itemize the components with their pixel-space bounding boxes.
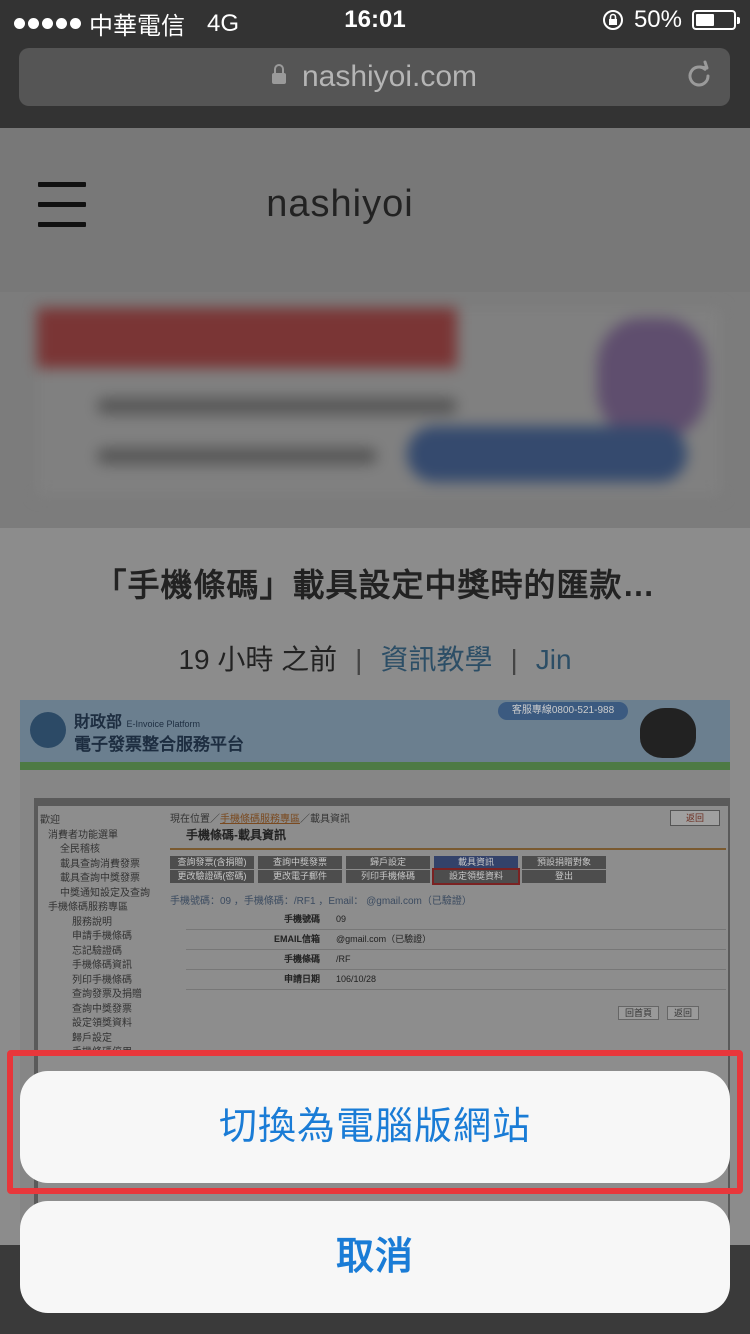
einvoice-breadcrumb: 現在位置／手機條碼服務專區／載具資訊 <box>170 810 350 825</box>
einvoice-sidebar-item: 查詢發票及捐贈 <box>72 989 142 1000</box>
breadcrumb-prefix: 現在位置／ <box>170 814 220 825</box>
einvoice-sidebar-item: 中獎通知設定及查詢 <box>60 887 150 899</box>
einvoice-logo-icon <box>30 712 66 748</box>
einvoice-sidebar: 歡迎 消費者功能選單 全民稽核 載具查詢消費發票 載具查詢中獎發票 中獎通知設定及查詢 手機… <box>40 814 160 1061</box>
info-label: 手機條碼 <box>283 954 320 964</box>
browser-toolbar: nashiyoi.com <box>0 40 750 128</box>
einvoice-sidebar-item: 忘記驗證碼 <box>72 945 122 957</box>
einvoice-info-row: 手機條碼/RF <box>186 950 726 970</box>
site-name[interactable]: nashiyoi <box>0 183 680 226</box>
einvoice-sidebar-item: 設定領獎資料 <box>72 1018 132 1029</box>
einvoice-tab: 更改驗證碼(密碼) <box>170 870 254 883</box>
site-header: nashiyoi <box>0 128 750 292</box>
battery-icon <box>692 10 740 30</box>
hotline-badge: 客服專線0800-521-988 <box>498 702 628 720</box>
request-desktop-site-button[interactable]: 切換為電腦版網站 <box>20 1071 730 1183</box>
info-value: @gmail.com（已驗證） <box>336 934 432 944</box>
einvoice-sidebar-item: 申請手機條碼 <box>72 931 132 942</box>
einvoice-tabs: 查詢發票(含捐贈) 查詢中獎發票 歸戶設定 載具資訊 預設捐贈對象更改驗證碼(密碼) 更改… <box>170 856 610 885</box>
einvoice-sidebar-item: 全民稽核 <box>60 844 100 855</box>
banner-image[interactable] <box>37 308 721 496</box>
meta-separator: | <box>355 644 363 675</box>
einvoice-heading: 手機條碼-載具資訊 <box>186 828 286 842</box>
orientation-lock-icon <box>602 10 623 30</box>
einvoice-sidebar-item: 查詢中獎發票 <box>72 1003 132 1015</box>
einvoice-tab: 查詢中獎發票 <box>258 856 342 869</box>
einvoice-sidebar-item: 手機條碼服務專區 <box>48 902 128 913</box>
einvoice-sidebar-item: 服務說明 <box>72 916 112 928</box>
info-label: EMAIL信箱 <box>274 934 320 944</box>
einvoice-tab: 載具資訊 <box>434 856 518 869</box>
logo-title: 財政部 <box>74 714 123 731</box>
info-value: /RF <box>336 954 351 964</box>
einvoice-info-table: 手機號碼 09 EMAIL信箱 @gmail.com（已驗證） 手機條碼/RF 申請日期 1… <box>186 910 726 990</box>
einvoice-sidebar-item: 載具查詢消費發票 <box>60 858 140 870</box>
author-link[interactable]: Jin <box>536 644 572 675</box>
breadcrumb-current: ／載具資訊 <box>300 814 350 825</box>
platform-name: 電子發票整合服務平台 <box>74 735 244 754</box>
einvoice-header: 財政部 E-Invoice Platform 電子發票整合服務平台 客服專線08… <box>20 700 730 770</box>
battery-fill <box>696 14 714 26</box>
lock-icon <box>271 63 286 84</box>
info-value: 106/10/28 <box>336 974 377 984</box>
einvoice-info-row: EMAIL信箱 @gmail.com（已驗證） <box>186 930 726 950</box>
einvoice-tab: 設定領獎資料 <box>432 868 520 885</box>
address-bar[interactable]: nashiyoi.com <box>19 48 730 106</box>
einvoice-sidebar-item: 歡迎 <box>40 815 60 826</box>
battery-percent: 50% <box>633 6 682 33</box>
article-meta: 19 小時 之前 | 資訊教學 | Jin <box>0 638 750 678</box>
einvoice-tab: 更改電子郵件 <box>258 870 342 883</box>
logo-subtitle: E-Invoice Platform <box>126 719 200 729</box>
einvoice-sidebar-item: 載具查詢中獎發票 <box>60 873 140 884</box>
breadcrumb-link: 手機條碼服務專區 <box>220 814 300 825</box>
url-text: nashiyoi.com <box>301 60 478 93</box>
article-title[interactable]: 「手機條碼」載具設定中獎時的匯款… <box>0 560 750 606</box>
status-bar: 中華電信 4G 16:01 50% <box>0 0 750 40</box>
category-link[interactable]: 資訊教學 <box>380 644 492 675</box>
status-right: 50% <box>602 6 740 34</box>
einvoice-buttons: 回首頁 返回 <box>618 1006 700 1020</box>
mascot-bear-icon <box>640 708 696 758</box>
einvoice-sidebar-item: 手機條碼資訊 <box>72 960 132 971</box>
einvoice-tab: 登出 <box>522 870 606 883</box>
article-banner <box>0 292 750 528</box>
einvoice-sidebar-item: 歸戶設定 <box>72 1032 112 1044</box>
einvoice-summary: 手機號碼：09 ，手機條碼：/RF1 ，Email： @gmail.com（已驗… <box>170 896 472 907</box>
einvoice-tab: 查詢發票(含捐贈) <box>170 856 254 869</box>
reload-icon[interactable] <box>682 59 716 93</box>
einvoice-info-row: 手機號碼 09 <box>186 910 726 930</box>
meta-separator: | <box>510 644 518 675</box>
einvoice-back-button: 返回 <box>670 810 720 826</box>
info-label: 申請日期 <box>283 974 320 984</box>
einvoice-sidebar-item: 消費者功能選單 <box>48 829 118 841</box>
einvoice-tab: 歸戶設定 <box>346 856 430 869</box>
info-value: 09 <box>336 914 347 924</box>
einvoice-tab: 列印手機條碼 <box>346 870 430 883</box>
url-display[interactable]: nashiyoi.com <box>19 48 730 106</box>
einvoice-return-button: 返回 <box>667 1006 700 1020</box>
einvoice-tab: 預設捐贈對象 <box>522 856 606 869</box>
einvoice-info-row: 申請日期 106/10/28 <box>186 970 726 990</box>
einvoice-sidebar-item: 列印手機條碼 <box>72 974 132 986</box>
einvoice-sidebar-item: 手機條碼停用 <box>72 1047 132 1058</box>
cancel-button[interactable]: 取消 <box>20 1201 730 1313</box>
post-time: 19 小時 之前 <box>178 644 338 675</box>
info-label: 手機號碼 <box>283 914 320 924</box>
einvoice-home-button: 回首頁 <box>618 1006 660 1020</box>
